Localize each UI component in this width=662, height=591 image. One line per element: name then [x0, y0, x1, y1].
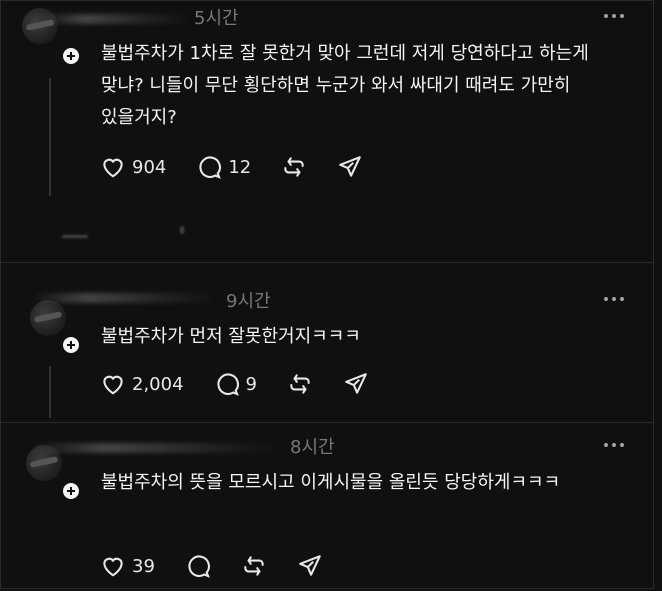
share-icon [299, 555, 321, 576]
post-text: 불법주차의 뜻을 모르시고 이게시물을 올린듯 당당하게ㅋㅋㅋ [101, 472, 561, 493]
username-redacted [30, 443, 282, 453]
heart-icon [103, 557, 123, 577]
more-icon [604, 14, 608, 18]
thread-line [49, 366, 51, 418]
comment-icon [188, 555, 210, 578]
follow-badge[interactable] [61, 46, 81, 66]
comment-count: 9 [245, 373, 257, 395]
more-icon [604, 297, 608, 301]
comment-count: 12 [228, 156, 252, 178]
repost-icon [244, 556, 264, 576]
repost-button[interactable] [241, 553, 267, 579]
like-count: 2,004 [132, 373, 184, 395]
post-divider [0, 262, 654, 263]
share-button[interactable] [343, 371, 369, 397]
heart-icon [103, 375, 123, 395]
like-button[interactable]: 39 [100, 553, 155, 579]
username-redacted [40, 14, 190, 24]
post-time: 5시간 [194, 8, 239, 29]
like-button[interactable]: 904 [100, 154, 166, 180]
repost-icon [284, 157, 304, 177]
thread-line [49, 78, 51, 196]
post-actions: 39 [100, 553, 353, 579]
plus-badge-icon [67, 52, 75, 60]
comment-icon [216, 373, 239, 396]
more-button[interactable] [600, 438, 628, 452]
repost-button[interactable] [281, 154, 307, 180]
username-redacted [32, 293, 217, 303]
like-button[interactable]: 2,004 [100, 371, 184, 397]
post-actions: 904 12 [100, 154, 393, 180]
post-actions: 2,004 9 [100, 371, 399, 397]
share-icon [339, 156, 362, 177]
share-icon [345, 373, 367, 394]
share-button[interactable] [297, 553, 323, 579]
comment-button[interactable]: 9 [214, 371, 257, 397]
redacted-mark [62, 235, 88, 238]
post-text: 불법주차가 먼저 잘못한거지ㅋㅋㅋ [101, 326, 361, 347]
like-count: 39 [132, 555, 155, 577]
repost-icon [290, 374, 310, 394]
comment-button[interactable] [185, 553, 211, 579]
more-button[interactable] [600, 292, 628, 306]
share-button[interactable] [337, 154, 363, 180]
comment-icon [199, 156, 222, 179]
follow-badge[interactable] [61, 481, 81, 501]
repost-button[interactable] [287, 371, 313, 397]
follow-badge[interactable] [61, 335, 81, 355]
more-icon [604, 443, 608, 447]
comment-button[interactable]: 12 [196, 154, 251, 180]
post-time: 8시간 [290, 437, 335, 458]
plus-badge-icon [67, 487, 75, 495]
post-time: 9시간 [226, 291, 271, 312]
avatar[interactable] [30, 300, 66, 336]
heart-icon [103, 158, 123, 178]
post-divider [0, 422, 654, 423]
post-text: 불법주차가 1차로 잘 못한거 맞아 그런데 저게 당연하다고 하는게 맞냐? … [101, 43, 589, 128]
more-button[interactable] [600, 9, 628, 23]
like-count: 904 [132, 156, 167, 178]
plus-badge-icon [67, 341, 75, 349]
redacted-mark [180, 226, 184, 234]
